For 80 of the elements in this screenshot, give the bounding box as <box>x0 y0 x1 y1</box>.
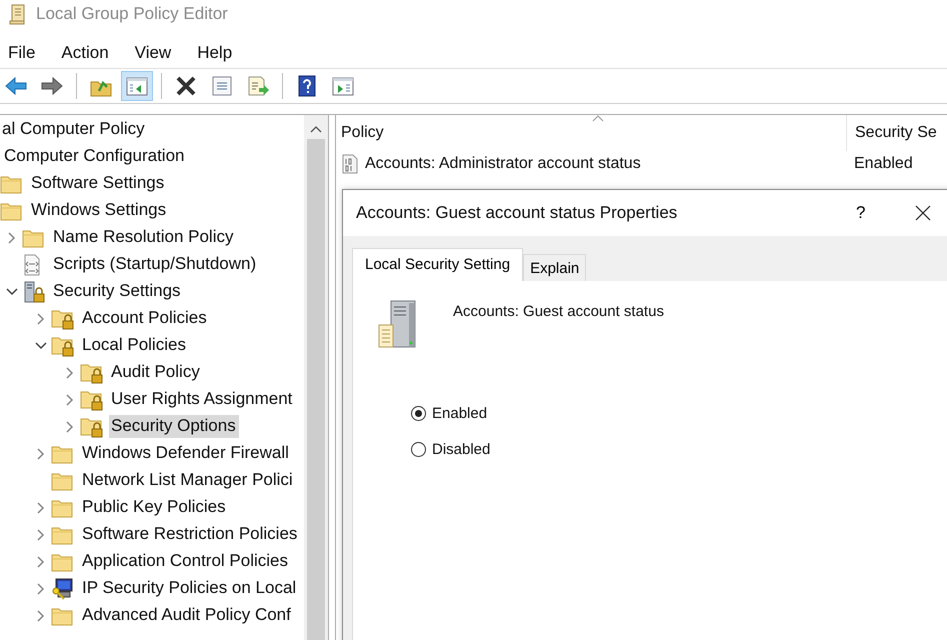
sort-caret-icon <box>592 115 604 122</box>
menu-item[interactable]: File <box>8 43 36 63</box>
delete-icon <box>174 75 198 97</box>
policy-cell[interactable]: Accounts: Administrator account status <box>365 155 641 173</box>
close-icon[interactable] <box>915 205 932 221</box>
export-list-icon <box>246 75 270 97</box>
tree-item[interactable]: Windows Defender Firewall <box>80 442 292 465</box>
collapsed-chevron-icon[interactable] <box>37 556 45 568</box>
properties-icon <box>210 75 234 97</box>
tree-item[interactable]: Security Settings <box>51 280 184 303</box>
menu-item[interactable]: View <box>134 43 172 63</box>
collapsed-chevron-icon[interactable] <box>8 232 16 244</box>
tree-item[interactable]: Public Key Policies <box>80 496 229 519</box>
locked-folder-icon <box>51 308 75 330</box>
tree-item[interactable]: Software Restriction Policies <box>80 523 300 546</box>
tree-item[interactable]: Application Control Policies <box>80 550 291 573</box>
tree-item[interactable]: Advanced Audit Policy Conf <box>80 604 294 627</box>
locked-server-icon <box>22 280 46 302</box>
tree-item[interactable]: User Rights Assignment <box>109 388 296 411</box>
collapsed-chevron-icon[interactable] <box>37 528 45 540</box>
tab[interactable]: Explain <box>523 254 586 281</box>
collapsed-chevron-icon[interactable] <box>66 366 74 378</box>
setting-cell-text: Enabled <box>853 155 914 173</box>
expanded-chevron-icon[interactable] <box>35 342 47 350</box>
tree-item[interactable]: Network List Manager Polici <box>80 469 296 492</box>
tree-item[interactable]: Computer Configuration <box>2 145 188 168</box>
policy-name: Accounts: Guest account status <box>453 303 664 320</box>
locked-folder-icon <box>80 362 104 384</box>
folder-icon <box>51 470 73 490</box>
collapsed-chevron-icon[interactable] <box>66 394 74 406</box>
tree-item[interactable]: Security Options <box>109 415 239 438</box>
collapsed-chevron-icon[interactable] <box>37 502 45 514</box>
folder-icon <box>22 228 44 248</box>
tree-item[interactable]: Local Policies <box>80 334 189 357</box>
folder-icon <box>51 606 73 626</box>
menu-item[interactable]: Action <box>61 43 109 63</box>
collapsed-chevron-icon[interactable] <box>37 610 45 622</box>
folder-icon <box>51 524 73 544</box>
tab[interactable]: Local Security Setting <box>352 248 524 281</box>
collapsed-chevron-icon[interactable] <box>37 448 45 460</box>
pane-icon <box>125 75 149 97</box>
tree-item[interactable]: IP Security Policies on Local <box>80 577 300 600</box>
collapsed-chevron-icon[interactable] <box>66 420 74 432</box>
option-label: Enabled <box>432 405 488 422</box>
expanded-chevron-icon[interactable] <box>6 288 18 296</box>
tree-item[interactable]: Scripts (Startup/Shutdown) <box>51 253 260 276</box>
tree-item[interactable]: Software Settings <box>29 172 168 195</box>
column-header[interactable]: Policy <box>336 124 846 142</box>
binary-page-icon <box>341 154 359 174</box>
tree-item[interactable]: Account Policies <box>80 307 210 330</box>
folder-icon <box>0 174 22 194</box>
collapsed-chevron-icon[interactable] <box>37 582 45 594</box>
radio-button[interactable] <box>411 442 426 457</box>
dialog-title: Accounts: Guest account status Properties <box>356 203 678 223</box>
collapsed-chevron-icon[interactable] <box>37 312 45 324</box>
locked-folder-icon <box>80 416 104 438</box>
folder-icon <box>51 444 73 464</box>
tree-toggle-button[interactable] <box>121 71 153 101</box>
scroll-up-icon[interactable] <box>310 125 322 133</box>
radio-button[interactable] <box>411 406 426 421</box>
script-page-icon <box>22 254 42 276</box>
window-title: Local Group Policy Editor <box>36 4 228 24</box>
monitor-key-icon <box>51 578 75 600</box>
scrollbar-thumb[interactable] <box>307 139 325 640</box>
pane-icon <box>331 75 355 97</box>
option-label: Disabled <box>432 441 490 458</box>
back-arrow-icon <box>4 75 28 97</box>
folder-icon <box>51 498 73 518</box>
help-button[interactable]: ? <box>856 203 866 223</box>
tree-item[interactable]: Name Resolution Policy <box>51 226 236 249</box>
tree-item[interactable]: al Computer Policy <box>0 118 148 141</box>
locked-folder-icon <box>51 334 75 356</box>
locked-folder-icon <box>80 388 104 410</box>
folder-icon <box>0 200 22 220</box>
menu-item[interactable]: Help <box>197 43 232 63</box>
forward-arrow-icon <box>40 75 64 97</box>
folder-icon <box>51 552 73 572</box>
tree-item[interactable]: Audit Policy <box>109 361 203 384</box>
column-header[interactable]: Security Se <box>846 115 947 151</box>
tree-item[interactable]: Windows Settings <box>29 199 170 222</box>
